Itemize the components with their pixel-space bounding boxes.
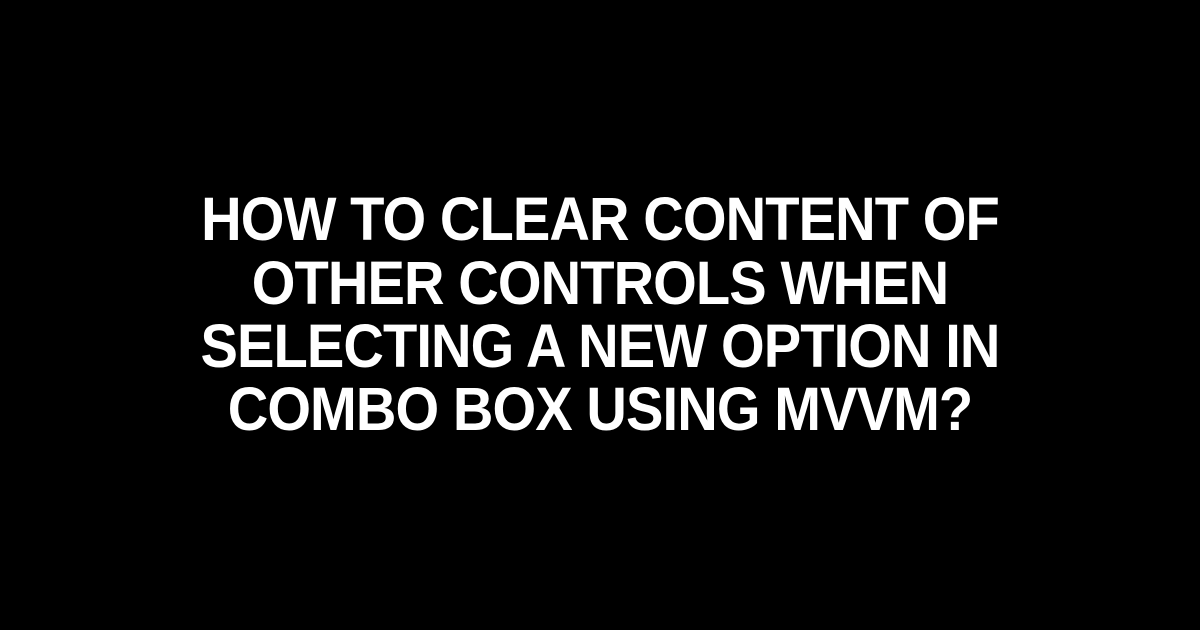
content-container: HOW TO CLEAR CONTENT OF OTHER CONTROLS W… (0, 188, 1200, 442)
page-title: HOW TO CLEAR CONTENT OF OTHER CONTROLS W… (103, 188, 1097, 442)
